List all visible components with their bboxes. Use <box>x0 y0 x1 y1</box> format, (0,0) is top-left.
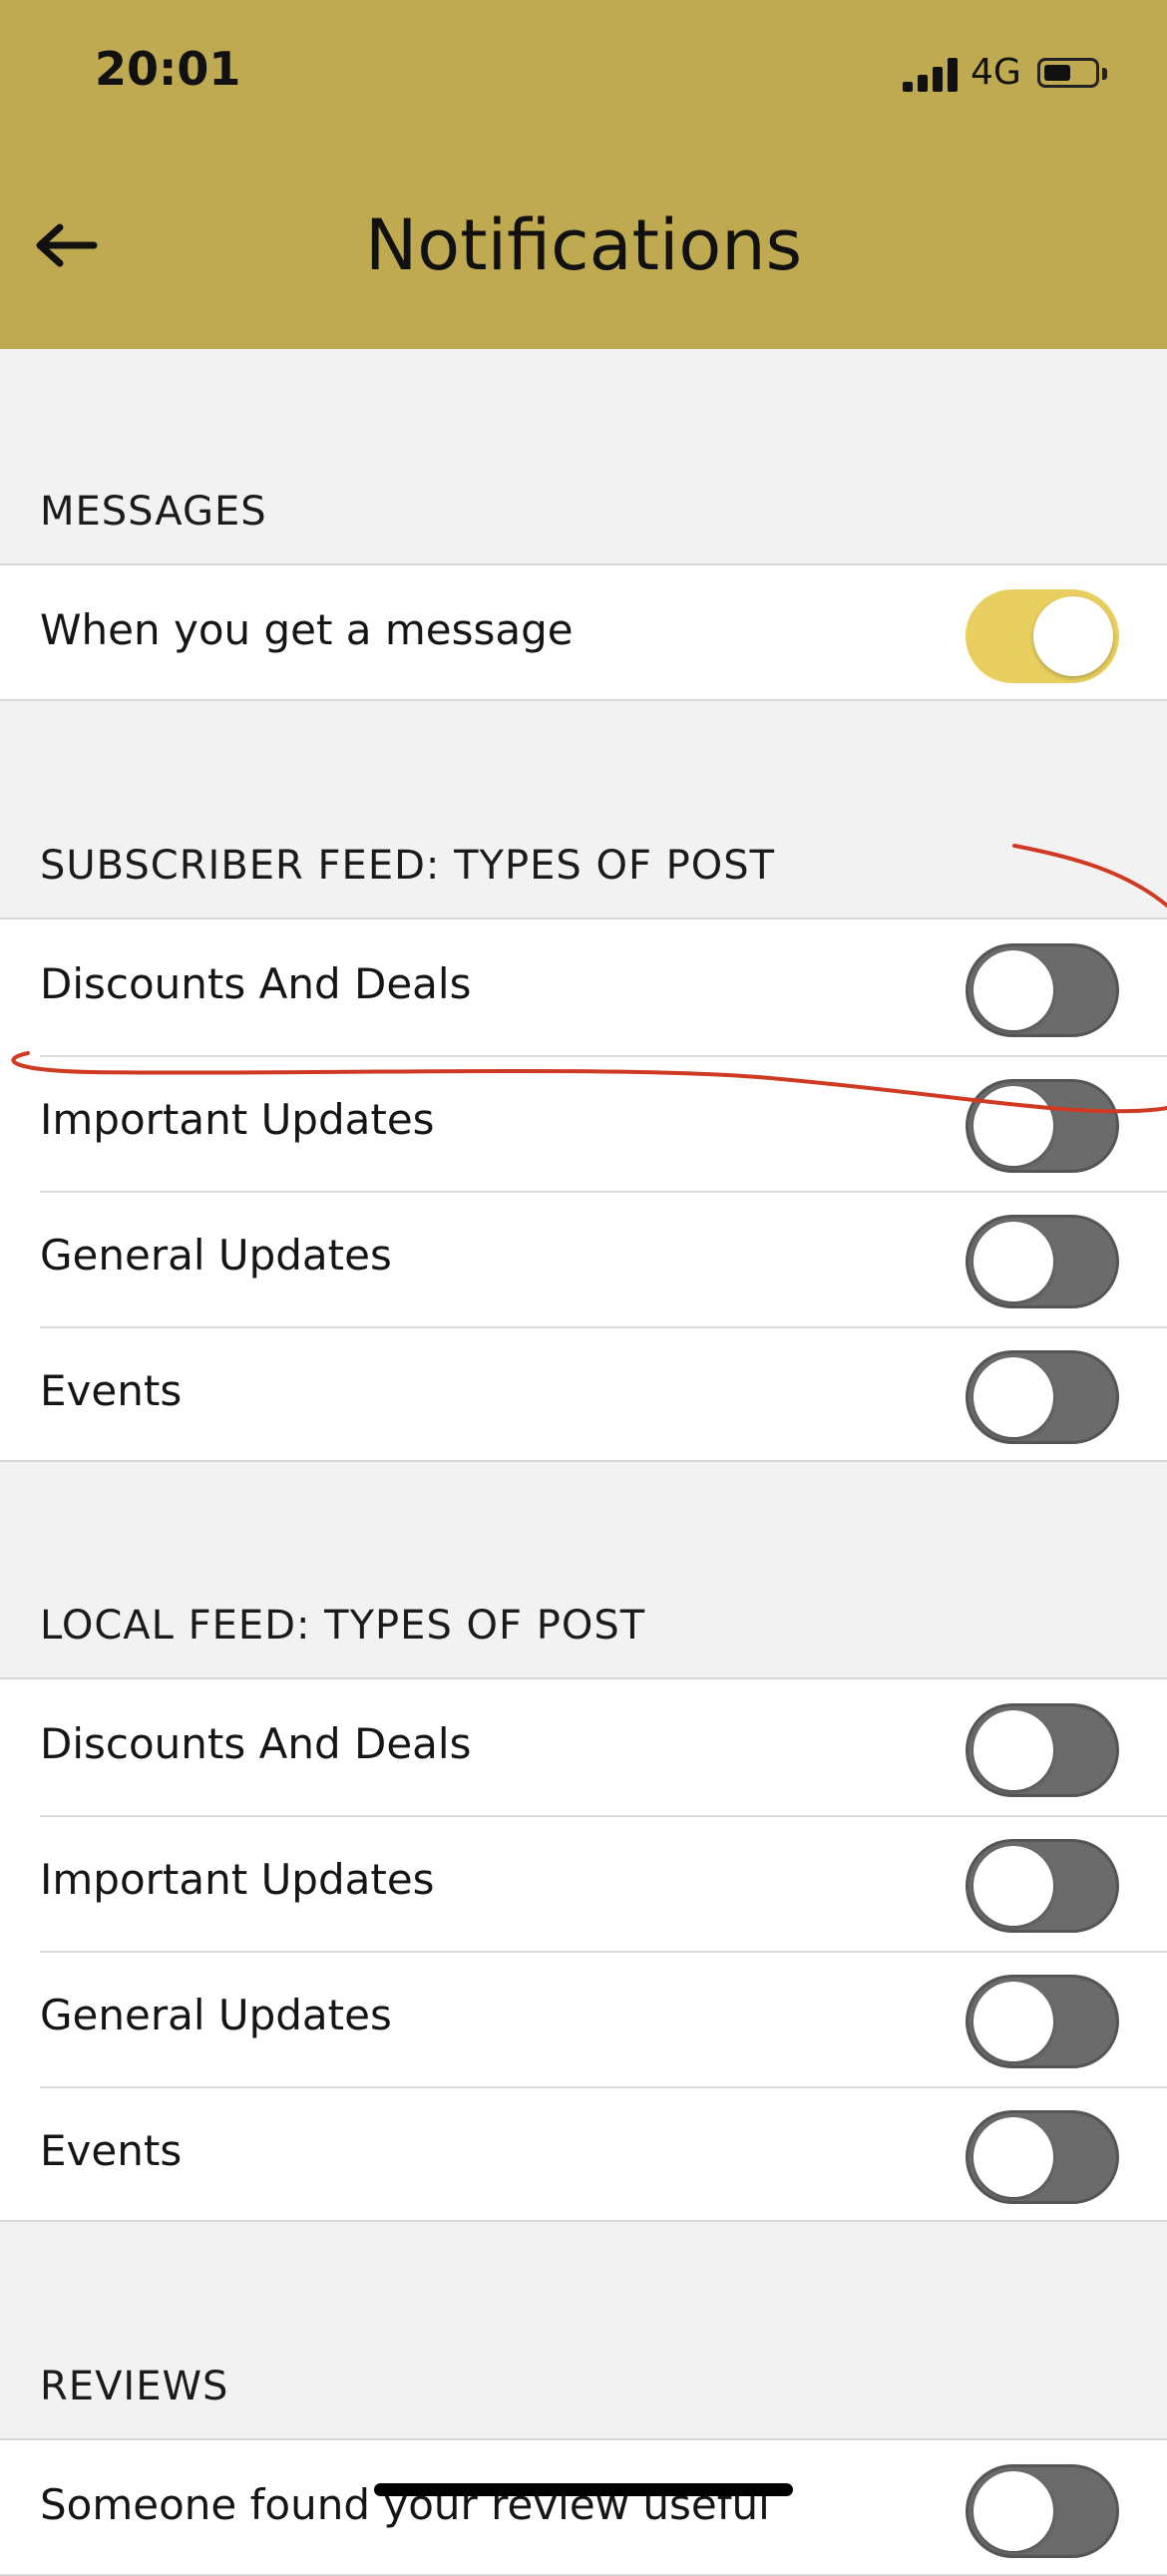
section-local-feed: Discounts And Deals Important Updates Ge… <box>0 1677 1167 2222</box>
toggle-knob <box>973 1982 1053 2061</box>
network-label: 4G <box>971 52 1021 93</box>
section-reviews: Someone found your review useful <box>0 2438 1167 2576</box>
annotation-stroke-right <box>1012 844 1167 908</box>
settings-row: Events <box>0 1326 1167 1462</box>
row-label: Events <box>40 1366 183 1415</box>
page-title: Notifications <box>364 204 803 286</box>
row-label: Discounts And Deals <box>40 959 472 1008</box>
toggle-knob <box>973 1846 1053 1926</box>
row-label: Discounts And Deals <box>40 1719 472 1768</box>
section-header-messages: MESSAGES <box>40 489 267 535</box>
settings-row: Someone found your review useful <box>0 2440 1167 2576</box>
row-label: When you get a message <box>40 605 574 654</box>
toggle-knob <box>973 1222 1053 1301</box>
settings-row: General Updates <box>0 1951 1167 2086</box>
battery-nub <box>1102 68 1107 80</box>
battery-icon <box>1037 58 1099 88</box>
toggle-knob <box>973 1710 1053 1790</box>
local-general-updates-toggle[interactable] <box>966 1975 1119 2068</box>
local-discounts-toggle[interactable] <box>966 1703 1119 1797</box>
review-useful-toggle[interactable] <box>966 2464 1119 2558</box>
row-label: Important Updates <box>40 1095 435 1144</box>
section-subscriber-feed: Discounts And Deals Important Updates Ge… <box>0 918 1167 1462</box>
row-label: General Updates <box>40 1991 392 2039</box>
app-header: 20:01 4G Notifications <box>0 0 1167 349</box>
toggle-knob <box>973 950 1053 1030</box>
home-indicator <box>374 2483 793 2496</box>
settings-row: When you get a message <box>0 565 1167 701</box>
settings-row: Discounts And Deals <box>0 920 1167 1055</box>
section-messages: When you get a message <box>0 563 1167 701</box>
subscriber-discounts-toggle[interactable] <box>966 943 1119 1037</box>
row-label: General Updates <box>40 1231 392 1280</box>
settings-row: Important Updates <box>0 1815 1167 1951</box>
toggle-knob <box>973 2471 1053 2551</box>
cellular-signal-icon <box>903 56 959 92</box>
local-events-toggle[interactable] <box>966 2110 1119 2204</box>
settings-row: Events <box>0 2086 1167 2222</box>
settings-row: Discounts And Deals <box>0 1679 1167 1815</box>
settings-row: General Updates <box>0 1191 1167 1326</box>
section-header-reviews: REVIEWS <box>40 2364 229 2409</box>
toggle-knob <box>973 2117 1053 2197</box>
section-header-subscriber-feed: SUBSCRIBER FEED: TYPES OF POST <box>40 843 776 889</box>
row-label: Events <box>40 2126 183 2175</box>
row-label: Important Updates <box>40 1855 435 1904</box>
local-important-updates-toggle[interactable] <box>966 1839 1119 1933</box>
subscriber-important-updates-toggle[interactable] <box>966 1079 1119 1173</box>
settings-row: Important Updates <box>0 1055 1167 1191</box>
section-header-local-feed: LOCAL FEED: TYPES OF POST <box>40 1603 646 1649</box>
subscriber-general-updates-toggle[interactable] <box>966 1215 1119 1308</box>
message-notification-toggle[interactable] <box>966 589 1119 683</box>
subscriber-events-toggle[interactable] <box>966 1350 1119 1444</box>
toggle-knob <box>1033 596 1113 676</box>
toggle-knob <box>973 1086 1053 1166</box>
status-time: 20:01 <box>95 42 241 96</box>
toggle-knob <box>973 1357 1053 1437</box>
